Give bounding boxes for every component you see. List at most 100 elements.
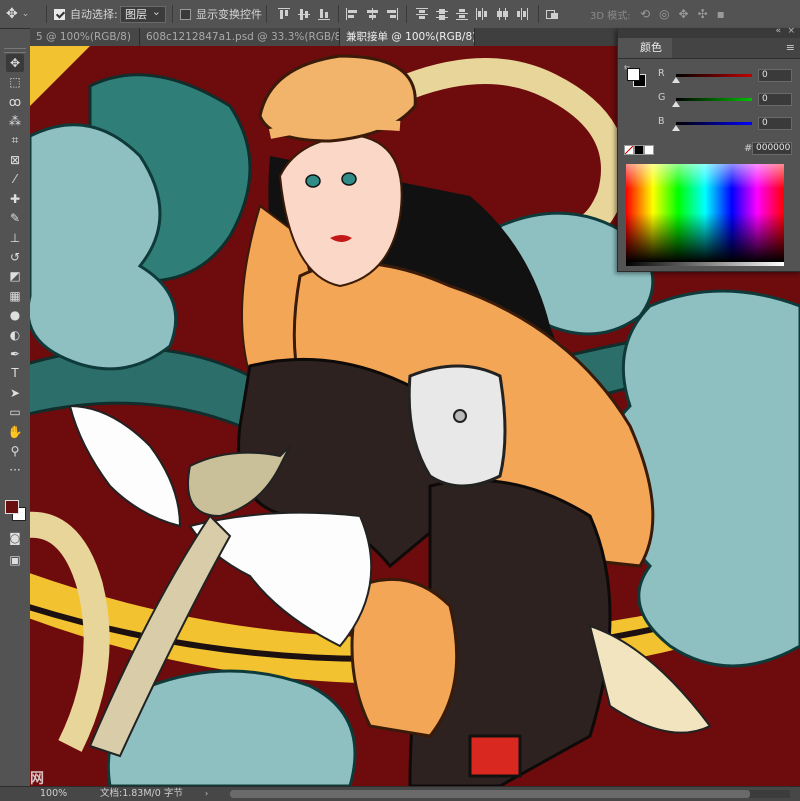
crop-tool[interactable]: ⌗ bbox=[6, 132, 24, 150]
foreground-color-swatch[interactable] bbox=[5, 500, 19, 514]
more-tools[interactable]: ··· bbox=[6, 461, 24, 479]
blue-channel-value[interactable]: 0 bbox=[758, 117, 792, 130]
document-tab-active[interactable]: 兼职接单 @ 100%(RGB/8) bbox=[340, 28, 475, 46]
align-top-icon[interactable] bbox=[278, 8, 290, 20]
color-panel-tab[interactable]: 颜色 bbox=[618, 38, 672, 58]
slider-thumb-icon[interactable] bbox=[672, 101, 680, 107]
status-menu-arrow-icon[interactable]: › bbox=[205, 787, 208, 801]
healing-brush-icon: ✚ bbox=[9, 191, 21, 206]
lasso-icon: ꝏ bbox=[8, 94, 22, 109]
web-safe-swatch[interactable] bbox=[634, 145, 644, 155]
3d-slide-icon[interactable]: ✣ bbox=[698, 7, 708, 21]
show-transform-checkbox[interactable] bbox=[180, 5, 191, 23]
watermark-text: 千图网 bbox=[30, 771, 44, 786]
pen-icon: ✒ bbox=[9, 347, 21, 361]
screen-mode-icon[interactable]: ▣ bbox=[6, 551, 24, 569]
rectangle-tool[interactable]: ▭ bbox=[6, 403, 24, 421]
3d-pan-icon[interactable]: ✥ bbox=[679, 7, 689, 21]
zoom-tool[interactable]: ⚲ bbox=[6, 442, 24, 460]
gradient-tool[interactable]: ▦ bbox=[6, 287, 24, 305]
auto-select-target-dropdown[interactable]: 图层 bbox=[120, 4, 166, 23]
align-left-icon[interactable] bbox=[346, 8, 358, 20]
options-bar: ✥ ⌄ 自动选择: 图层 显示变换控件 3D 模式: ⟲ ◎ ✥ ✣ ▪ bbox=[0, 0, 800, 29]
magic-wand-tool[interactable]: ⁂ bbox=[6, 112, 24, 130]
align-right-icon[interactable] bbox=[386, 8, 398, 20]
frame-tool[interactable]: ⊠ bbox=[6, 151, 24, 169]
align-horizontal-center-icon[interactable] bbox=[366, 8, 378, 20]
distribute-left-icon[interactable] bbox=[476, 8, 488, 20]
checkbox-icon bbox=[54, 8, 65, 20]
brush-tool[interactable]: ✎ bbox=[6, 209, 24, 227]
green-channel-value[interactable]: 0 bbox=[758, 93, 792, 106]
red-channel-track[interactable] bbox=[676, 74, 752, 77]
slider-thumb-icon[interactable] bbox=[672, 125, 680, 131]
distribute-vertical-center-icon[interactable] bbox=[436, 8, 448, 20]
color-panel-header: 颜色 ≡ bbox=[618, 38, 800, 59]
auto-select-checkbox[interactable] bbox=[54, 5, 65, 23]
history-brush-tool[interactable]: ↺ bbox=[6, 248, 24, 266]
move-tool[interactable]: ✥ bbox=[6, 54, 24, 72]
color-spectrum-ramp[interactable] bbox=[626, 164, 784, 262]
blur-tool[interactable]: ● bbox=[6, 306, 24, 324]
history-brush-icon: ↺ bbox=[9, 250, 21, 264]
out-of-gamut-icon[interactable] bbox=[624, 145, 634, 155]
toolbar-grip[interactable] bbox=[4, 48, 26, 53]
status-bar: 100% 文档:1.83M/0 字节 › bbox=[0, 786, 800, 801]
blue-channel-track[interactable] bbox=[676, 122, 752, 125]
more-tools-icon: ··· bbox=[9, 463, 21, 478]
quick-mask-icon[interactable]: ◙ bbox=[6, 529, 24, 547]
crop-icon: ⌗ bbox=[11, 133, 19, 148]
panel-title-strip: « × bbox=[618, 26, 800, 38]
distribute-right-icon[interactable] bbox=[516, 8, 528, 20]
document-tab[interactable]: 5 @ 100%(RGB/8) × bbox=[30, 28, 140, 46]
eraser-tool[interactable]: ◩ bbox=[6, 267, 24, 285]
distribute-top-icon[interactable] bbox=[416, 8, 428, 20]
red-channel-value[interactable]: 0 bbox=[758, 69, 792, 82]
hand-tool[interactable]: ✋ bbox=[6, 423, 24, 441]
panel-menu-icon[interactable]: ≡ bbox=[786, 41, 795, 54]
move-tool-preset[interactable]: ✥ ⌄ bbox=[6, 5, 29, 23]
type-tool[interactable]: T bbox=[6, 364, 24, 382]
document-info[interactable]: 文档:1.83M/0 字节 bbox=[100, 787, 183, 801]
healing-brush-tool[interactable]: ✚ bbox=[6, 190, 24, 208]
path-selection-tool[interactable]: ➤ bbox=[6, 384, 24, 402]
type-icon: T bbox=[11, 366, 19, 381]
eyedropper-tool[interactable]: ⁄ bbox=[6, 170, 24, 188]
zoom-level[interactable]: 100% bbox=[40, 787, 67, 801]
scrollbar-thumb[interactable] bbox=[230, 790, 750, 798]
close-panel-icon[interactable]: × bbox=[787, 26, 795, 36]
pen-tool[interactable]: ✒ bbox=[6, 345, 24, 363]
red-channel-slider[interactable]: R 0 bbox=[624, 68, 794, 84]
slider-thumb-icon[interactable] bbox=[672, 77, 680, 83]
green-channel-track[interactable] bbox=[676, 98, 752, 101]
collapse-panel-icon[interactable]: « bbox=[775, 26, 781, 36]
checkbox-icon bbox=[180, 8, 191, 20]
align-vertical-center-icon[interactable] bbox=[298, 8, 310, 20]
document-tab[interactable]: 608c1212847a1.psd @ 33.3%(RGB/8) * × bbox=[140, 28, 340, 46]
green-channel-slider[interactable]: G 0 bbox=[624, 92, 794, 108]
3d-orbit-icon[interactable]: ⟲ bbox=[640, 7, 650, 21]
auto-align-layers-icon[interactable] bbox=[546, 8, 558, 20]
horizontal-scrollbar[interactable] bbox=[230, 790, 790, 798]
dodge-tool[interactable]: ◐ bbox=[6, 326, 24, 344]
hex-input[interactable]: 000000 bbox=[752, 142, 792, 155]
blue-channel-slider[interactable]: B 0 bbox=[624, 116, 794, 132]
girl-eye-right bbox=[341, 172, 357, 186]
grayscale-ramp[interactable] bbox=[626, 262, 784, 266]
white-swatch[interactable] bbox=[644, 145, 654, 155]
distribute-bottom-icon[interactable] bbox=[456, 8, 468, 20]
distribute-horizontal-center-icon[interactable] bbox=[496, 8, 508, 20]
dodge-icon: ◐ bbox=[9, 327, 21, 342]
marquee-tool[interactable]: ⬚ bbox=[6, 73, 24, 91]
align-bottom-icon[interactable] bbox=[318, 8, 330, 20]
girl-forearm bbox=[350, 577, 459, 738]
tools-panel: ✥ ⬚ ꝏ ⁂ ⌗ ⊠ ⁄ ✚ ✎ ⊥ ↺ ◩ ▦ ● ◐ ✒ T ➤ ▭ ✋ ⚲ ··· ◙ ▣ bbox=[0, 46, 31, 786]
3d-scale-icon[interactable]: ▪ bbox=[717, 7, 725, 21]
clone-stamp-icon: ⊥ bbox=[9, 230, 21, 245]
lasso-tool[interactable]: ꝏ bbox=[6, 93, 24, 111]
clone-stamp-tool[interactable]: ⊥ bbox=[6, 229, 24, 247]
frame-icon: ⊠ bbox=[9, 153, 21, 167]
girl-eye-left bbox=[305, 174, 321, 188]
brush-icon: ✎ bbox=[9, 211, 21, 226]
3d-roll-icon[interactable]: ◎ bbox=[659, 7, 669, 21]
